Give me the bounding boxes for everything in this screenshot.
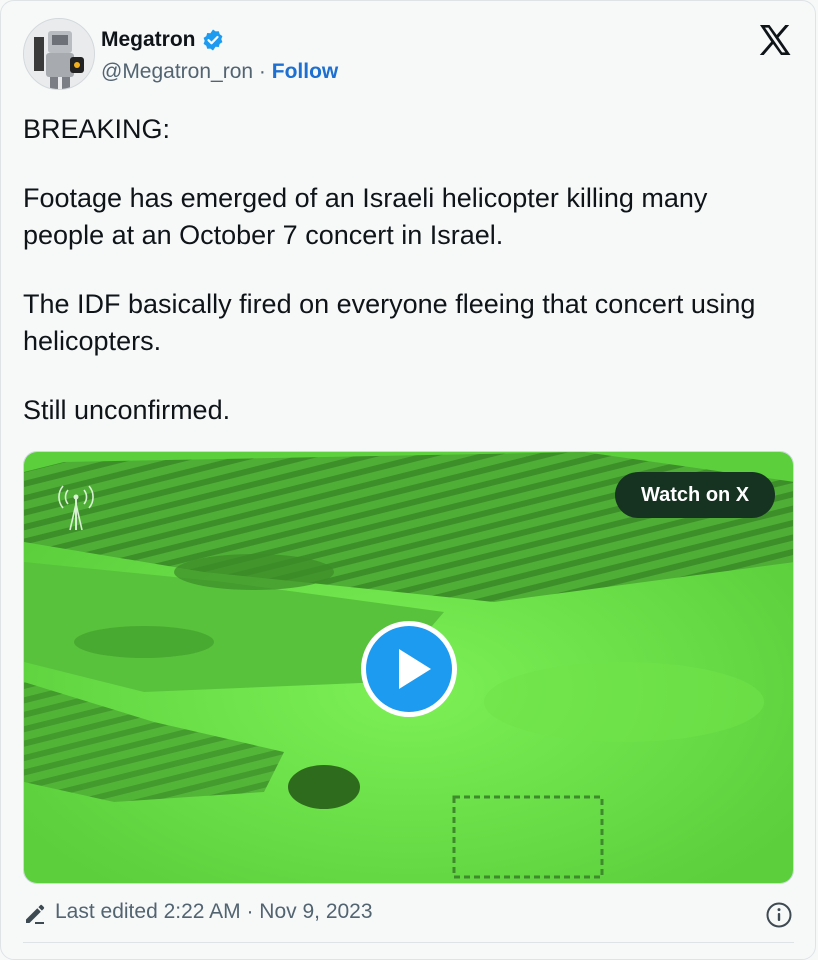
verified-badge-icon — [203, 29, 222, 51]
info-icon[interactable] — [765, 901, 793, 929]
tweet-paragraph: Footage has emerged of an Israeli helico… — [23, 183, 708, 250]
author-name-row: Megatron — [101, 28, 225, 52]
watch-on-x-button[interactable]: Watch on X — [615, 472, 776, 518]
tweet-text: BREAKING: Footage has emerged of an Isra… — [23, 111, 793, 429]
tweet-paragraph: BREAKING: — [23, 114, 171, 144]
handle-separator: · — [253, 60, 272, 83]
tweet-card: Megatron @Megatron_ron · Follow BREAKING… — [0, 0, 816, 960]
author-avatar[interactable] — [23, 18, 95, 90]
tweet-paragraph: The IDF basically fired on everyone flee… — [23, 289, 756, 356]
tweet-footer: Last edited 2:22 AM · Nov 9, 2023 — [23, 899, 797, 929]
author-handle[interactable]: @Megatron_ron — [101, 60, 253, 83]
play-icon[interactable] — [359, 619, 459, 719]
follow-button[interactable]: Follow — [272, 60, 339, 83]
pencil-icon — [26, 904, 45, 924]
author-name[interactable]: Megatron — [101, 28, 196, 52]
footer-divider — [23, 942, 794, 943]
tweet-paragraph: Still unconfirmed. — [23, 395, 231, 425]
handle-row: @Megatron_ron · Follow — [101, 60, 338, 84]
avatar-image — [24, 19, 94, 89]
edit-history-link[interactable]: Last edited 2:22 AM · Nov 9, 2023 — [55, 900, 373, 924]
tweet-header: Megatron @Megatron_ron · Follow — [23, 18, 797, 92]
antenna-watermark-icon — [58, 485, 94, 531]
x-logo-icon[interactable] — [757, 22, 793, 58]
video-player[interactable]: Watch on X — [23, 451, 794, 884]
